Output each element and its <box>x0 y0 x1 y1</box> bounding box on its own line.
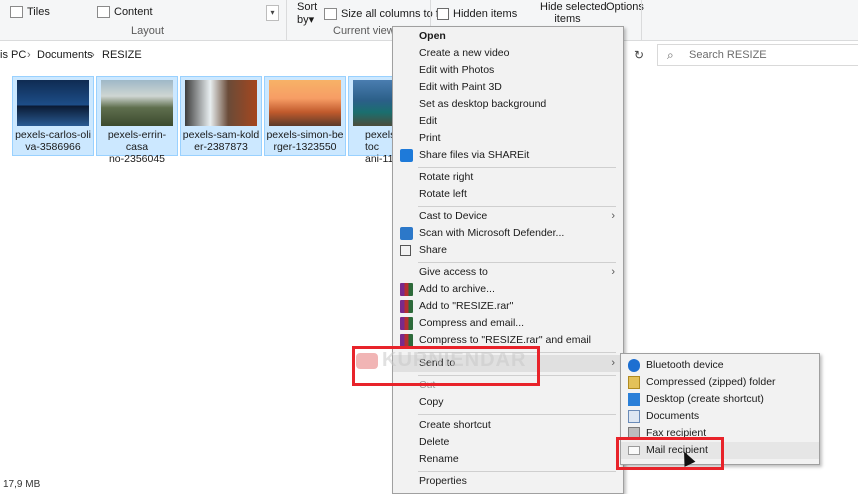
menu-item-edit-photos[interactable]: Edit with Photos <box>393 62 623 79</box>
menu-item-create-shortcut[interactable]: Create shortcut <box>393 417 623 434</box>
breadcrumb-this-pc[interactable]: is PC <box>0 49 26 61</box>
search-box[interactable]: ⌕ Search RESIZE <box>657 44 858 66</box>
file-name: pexels-carlos-oli va-3586966 <box>15 129 91 153</box>
image-thumbnail <box>269 80 341 126</box>
highlight-mail-recipient <box>616 437 724 470</box>
menu-item-rotate-left[interactable]: Rotate left <box>393 186 623 203</box>
menu-item-share[interactable]: Share <box>393 242 623 259</box>
status-bar-size: 17,9 MB <box>3 479 41 490</box>
chevron-right-icon: › <box>611 357 615 369</box>
content-button[interactable]: Content <box>97 6 153 19</box>
menu-item-rotate-right[interactable]: Rotate right <box>393 169 623 186</box>
defender-icon <box>400 227 413 240</box>
send-to-documents[interactable]: Documents <box>621 408 819 425</box>
menu-item-compress-email[interactable]: Compress and email... <box>393 315 623 332</box>
file-item[interactable]: pexels-carlos-oli va-3586966 <box>12 76 94 156</box>
file-name: pexels-errin-casa no-2356045 <box>107 129 167 165</box>
current-view-group-label: Current view <box>333 25 395 37</box>
search-placeholder: Search RESIZE <box>689 49 767 61</box>
bluetooth-icon <box>628 359 640 372</box>
highlight-send-to <box>352 346 540 386</box>
hide-selected-items-button[interactable]: Hide selected items <box>540 1 607 25</box>
winrar-icon <box>400 283 413 296</box>
menu-item-properties[interactable]: Properties <box>393 473 623 490</box>
menu-item-scan-defender[interactable]: Scan with Microsoft Defender... <box>393 225 623 242</box>
menu-separator <box>418 167 616 168</box>
winrar-icon <box>400 300 413 313</box>
size-all-columns-button[interactable]: Size all columns to fit <box>324 8 444 21</box>
menu-item-create-video[interactable]: Create a new video <box>393 45 623 62</box>
image-thumbnail <box>185 80 257 126</box>
menu-separator <box>418 471 616 472</box>
file-item[interactable]: pexels-simon-be rger-1323550 <box>264 76 346 156</box>
tiles-button[interactable]: Tiles <box>10 6 50 19</box>
ribbon-divider <box>286 0 287 40</box>
winrar-icon <box>400 317 413 330</box>
columns-icon <box>324 8 337 21</box>
chevron-right-icon: › <box>91 49 95 61</box>
options-button[interactable]: Options <box>606 1 644 13</box>
desktop-icon <box>628 393 640 406</box>
sort-by-button[interactable]: Sort by▾ <box>297 1 317 26</box>
menu-separator <box>418 262 616 263</box>
image-thumbnail <box>17 80 89 126</box>
image-thumbnail <box>353 80 393 126</box>
menu-item-delete[interactable]: Delete <box>393 434 623 451</box>
menu-separator <box>418 414 616 415</box>
menu-separator <box>418 206 616 207</box>
image-thumbnail <box>101 80 173 126</box>
send-to-bluetooth[interactable]: Bluetooth device <box>621 357 819 374</box>
menu-item-shareit[interactable]: Share files via SHAREit <box>393 147 623 164</box>
menu-item-print[interactable]: Print <box>393 130 623 147</box>
hidden-items-checkbox[interactable]: Hidden items <box>437 8 517 21</box>
tiles-icon <box>10 6 23 19</box>
documents-icon <box>628 410 640 423</box>
file-name: pexels-simon-be rger-1323550 <box>266 129 344 153</box>
breadcrumb-documents[interactable]: Documents <box>37 49 93 61</box>
share-icon <box>400 245 411 256</box>
menu-item-cast-to-device[interactable]: Cast to Device › <box>393 208 623 225</box>
chevron-right-icon: › <box>611 210 615 222</box>
menu-item-open[interactable]: Open <box>393 28 623 45</box>
menu-item-add-resize-rar[interactable]: Add to "RESIZE.rar" <box>393 298 623 315</box>
refresh-button[interactable]: ↻ <box>628 44 650 66</box>
file-item[interactable]: pexels-sam-kold er-2387873 <box>180 76 262 156</box>
context-menu: Open Create a new video Edit with Photos… <box>392 26 624 494</box>
file-item[interactable]: pexels-toc ani-119 <box>348 76 399 165</box>
search-icon: ⌕ <box>667 48 674 62</box>
menu-item-add-archive[interactable]: Add to archive... <box>393 281 623 298</box>
refresh-icon: ↻ <box>633 48 645 62</box>
send-to-desktop[interactable]: Desktop (create shortcut) <box>621 391 819 408</box>
breadcrumb-resize[interactable]: RESIZE <box>102 49 142 61</box>
send-to-zip-folder[interactable]: Compressed (zipped) folder <box>621 374 819 391</box>
menu-item-give-access[interactable]: Give access to › <box>393 264 623 281</box>
chevron-right-icon: › <box>611 266 615 278</box>
zip-folder-icon <box>628 376 640 389</box>
menu-item-edit-paint3d[interactable]: Edit with Paint 3D <box>393 79 623 96</box>
layout-more-button[interactable]: ▾ <box>266 5 279 21</box>
menu-item-copy[interactable]: Copy <box>393 394 623 411</box>
checkbox-icon <box>437 8 449 21</box>
ribbon-divider <box>641 0 642 40</box>
menu-item-edit[interactable]: Edit <box>393 113 623 130</box>
chevron-right-icon: › <box>27 49 31 61</box>
menu-item-rename[interactable]: Rename <box>393 451 623 468</box>
file-item[interactable]: pexels-errin-casa no-2356045 <box>96 76 178 165</box>
file-name: pexels-sam-kold er-2387873 <box>182 129 260 153</box>
shareit-icon <box>400 149 413 162</box>
content-icon <box>97 6 110 19</box>
layout-group-label: Layout <box>131 25 165 37</box>
menu-item-set-background[interactable]: Set as desktop background <box>393 96 623 113</box>
